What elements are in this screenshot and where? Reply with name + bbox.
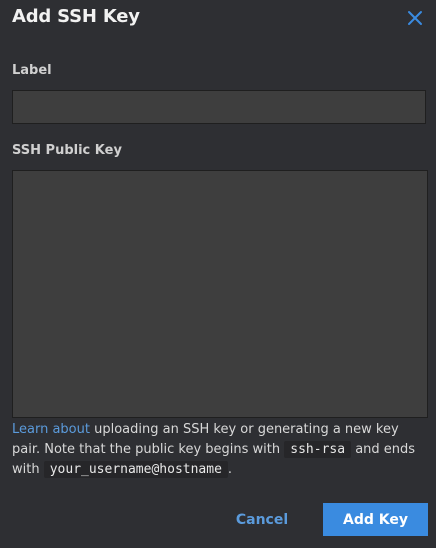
code-ssh-rsa: ssh-rsa: [284, 441, 352, 458]
public-key-field-label: SSH Public Key: [12, 143, 122, 158]
help-text: Learn about uploading an SSH key or gene…: [12, 420, 428, 480]
cancel-button[interactable]: Cancel: [226, 503, 298, 536]
dialog-title: Add SSH Key: [12, 6, 140, 27]
label-field-label: Label: [12, 63, 52, 78]
label-input[interactable]: [12, 90, 426, 124]
add-ssh-key-dialog: Add SSH Key Label SSH Public Key Learn a…: [0, 0, 436, 548]
ssh-public-key-textarea[interactable]: [12, 170, 428, 418]
learn-about-link[interactable]: Learn about: [12, 422, 90, 437]
add-key-button[interactable]: Add Key: [323, 503, 428, 536]
code-username-hostname: your_username@hostname: [43, 461, 228, 478]
close-icon[interactable]: [406, 9, 424, 27]
help-text-part-3: .: [227, 462, 233, 477]
